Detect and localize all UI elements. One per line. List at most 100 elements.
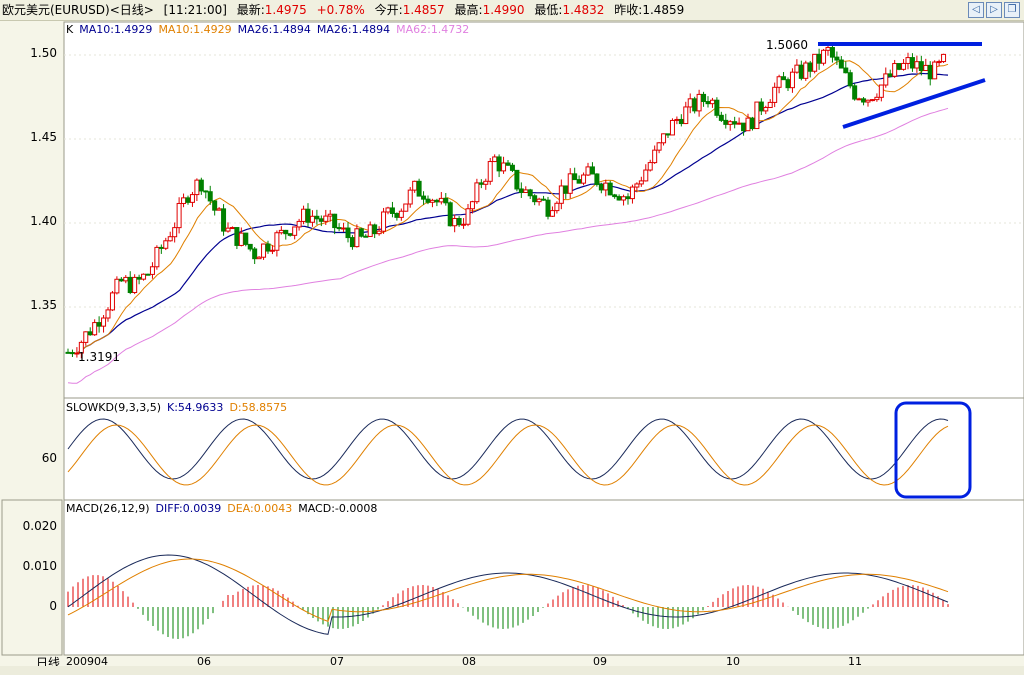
high-value: 1.4990 (482, 3, 525, 17)
candle-body (127, 276, 133, 294)
candle-body (687, 98, 693, 108)
high-label: 最高: (454, 3, 483, 17)
candle-body (158, 246, 164, 249)
quote-header: 欧元美元(EURUSD)<日线> [11:21:00] 最新:1.4975 +0… (0, 0, 1024, 21)
chart-canvas[interactable] (0, 20, 1024, 675)
candle-body (336, 227, 342, 230)
candle-body (363, 235, 369, 238)
candle-body (607, 182, 613, 196)
candle-body (487, 161, 493, 182)
candle-body (683, 106, 689, 125)
macd-y-tick-label: 0.020 (22, 519, 57, 533)
candle-body (625, 196, 631, 200)
back-icon[interactable]: ◁ (968, 2, 984, 18)
candle-body (874, 96, 880, 101)
candle-body (252, 248, 258, 260)
candle-body (367, 224, 373, 237)
candle-body (838, 59, 844, 69)
candle-body (145, 273, 151, 276)
ma62-label: MA62:1.4732 (396, 23, 470, 36)
candle-body (932, 61, 938, 80)
forward-icon[interactable]: ▷ (986, 2, 1002, 18)
macd-diff-value: DIFF:0.0039 (155, 502, 222, 515)
candle-body (834, 56, 840, 61)
candle-body (403, 203, 409, 212)
candle-body (634, 183, 640, 188)
candle-body (816, 53, 822, 64)
candle-body (772, 86, 778, 103)
candle-body (736, 122, 742, 125)
candle-body (581, 174, 587, 184)
candle-body (923, 64, 929, 72)
change-percent: +0.78% (316, 3, 365, 17)
candle-body (394, 212, 400, 218)
candle-body (83, 331, 89, 343)
prev-close-label: 昨收: (614, 3, 643, 17)
candle-body (749, 117, 755, 130)
candle-body (389, 207, 395, 214)
ma10-label-b: MA10:1.4929 (158, 23, 232, 36)
candle-body (136, 276, 142, 280)
candle-body (549, 210, 555, 217)
candle-body (372, 224, 378, 235)
candle-body (541, 198, 547, 201)
candle-body (292, 226, 298, 236)
candle-body (727, 121, 733, 125)
candle-body (532, 195, 538, 203)
candle-body (203, 190, 209, 193)
candle-body (229, 227, 235, 230)
candle-body (185, 197, 191, 203)
candle-body (163, 240, 169, 249)
ma10-label-a: MA10:1.4929 (79, 23, 153, 36)
candle-body (474, 182, 480, 203)
candle-body (149, 266, 155, 275)
candle-body (225, 227, 231, 232)
y-tick-label: 1.50 (30, 46, 57, 60)
candle-body (132, 276, 138, 294)
candle-body (709, 99, 715, 105)
candle-body (118, 278, 124, 282)
prev-close-value: 1.4859 (642, 3, 685, 17)
candle-body (741, 122, 747, 132)
candle-body (803, 62, 809, 79)
candle-body (536, 198, 542, 203)
candle-body (941, 53, 947, 63)
window-icon[interactable]: ❐ (1004, 2, 1020, 18)
candle-body (514, 169, 520, 190)
candle-body (794, 64, 800, 73)
candle-body (114, 278, 120, 294)
candle-body (621, 196, 627, 201)
candle-body (305, 208, 311, 223)
candle-body (269, 249, 275, 252)
candle-body (296, 220, 302, 228)
candle-body (349, 237, 355, 248)
candle-body (758, 101, 764, 112)
candle-body (456, 217, 462, 226)
candle-body (416, 180, 422, 197)
candle-body (767, 101, 773, 108)
candle-body (843, 67, 849, 74)
candle-body (807, 62, 813, 72)
candle-body (585, 166, 591, 176)
latest-value: 1.4975 (264, 3, 307, 17)
candle-body (905, 57, 911, 64)
candle-body (492, 156, 498, 163)
candle-body (576, 179, 582, 184)
candle-body (523, 189, 529, 193)
candle-body (354, 228, 360, 248)
candle-body (469, 201, 475, 210)
candle-body (429, 199, 435, 203)
candle-body (856, 98, 862, 101)
open-value: 1.4857 (402, 3, 445, 17)
status-strip (0, 666, 1024, 675)
candle-body (692, 98, 698, 112)
candle-body (732, 121, 738, 125)
candle-body (327, 213, 333, 217)
candle-body (92, 322, 98, 336)
candle-body (865, 99, 871, 103)
candle-body (341, 227, 347, 230)
candle-body (238, 232, 244, 246)
candle-body (421, 195, 427, 200)
macd-legend: MACD(26,12,9) DIFF:0.0039 DEA:0.0043 MACD:-… (66, 502, 383, 515)
candle-body (572, 173, 578, 181)
